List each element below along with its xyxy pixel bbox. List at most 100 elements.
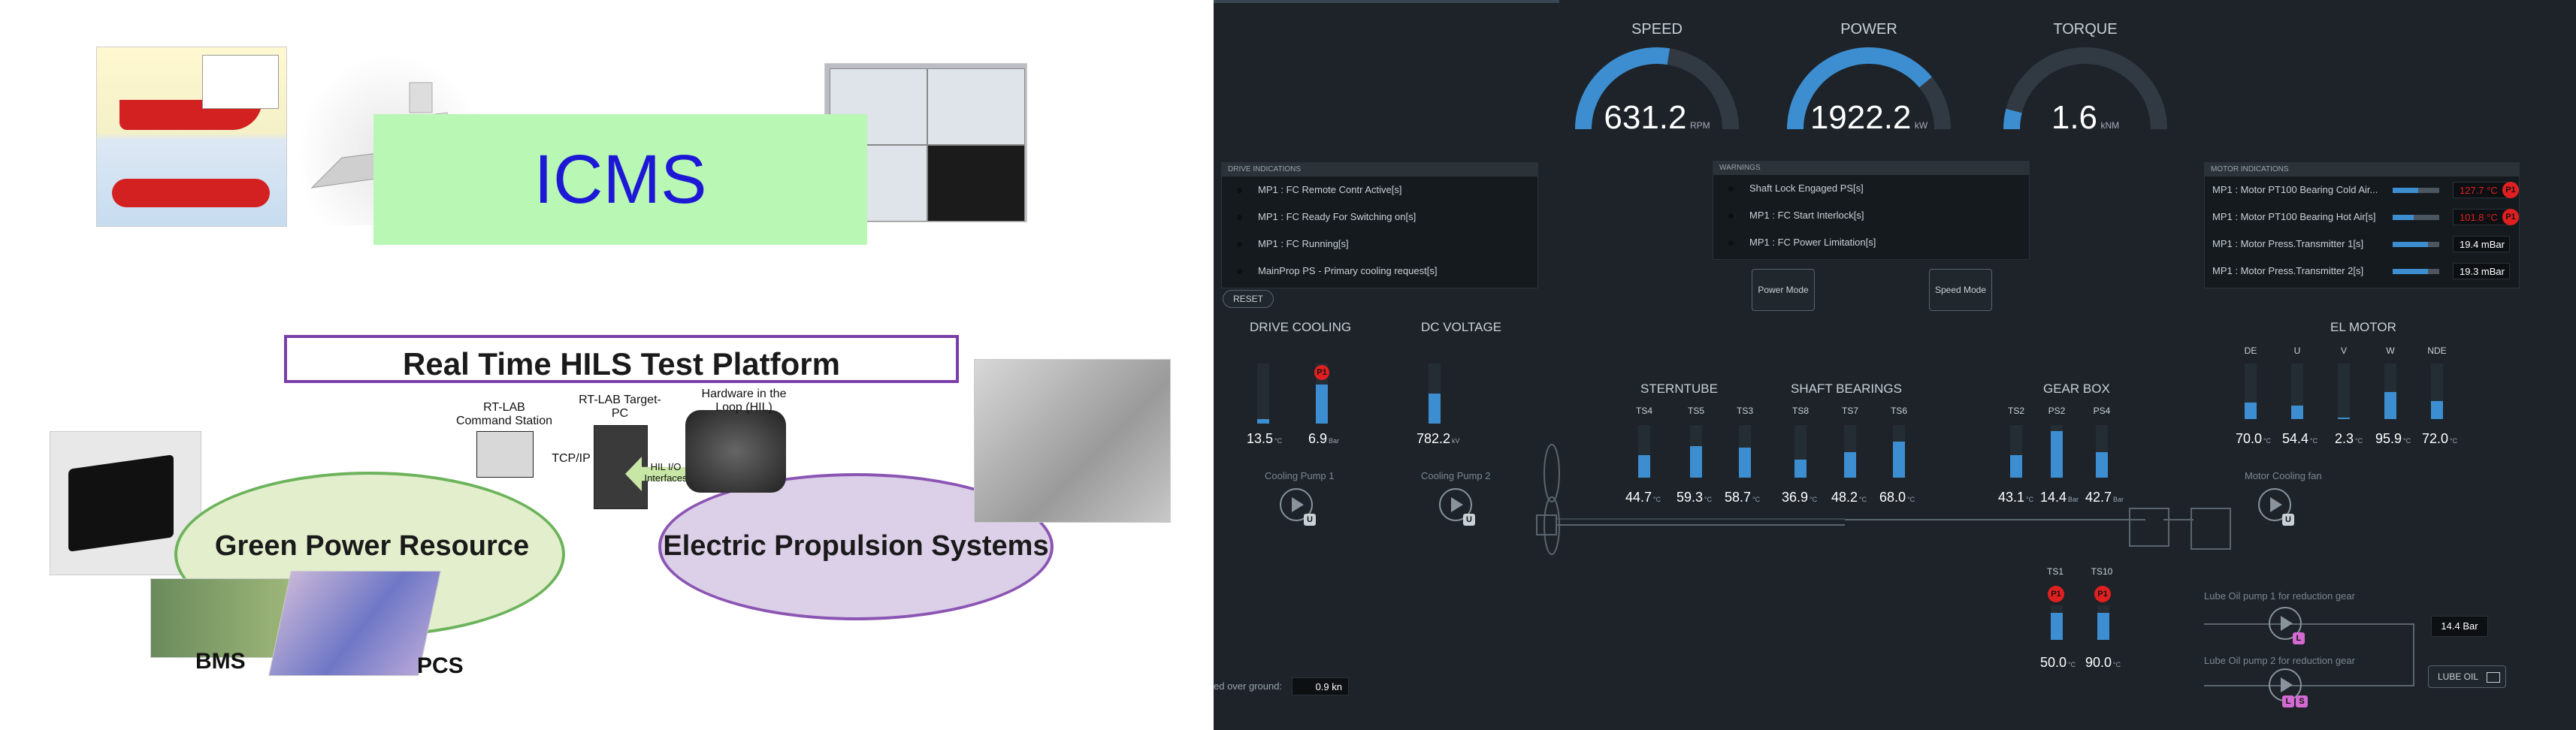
speed-title: SPEED xyxy=(1631,21,1683,38)
sensor-bar-fill xyxy=(2245,403,2257,419)
rtlab-command-label: RT-LAB Command Station xyxy=(455,401,553,427)
sensor-readout: 90.0 °C xyxy=(2085,655,2121,670)
lube-pipe xyxy=(2413,623,2414,686)
sensor-value: 95.9 xyxy=(2375,431,2402,446)
electric-motor-image xyxy=(974,359,1171,523)
mode-badge: U xyxy=(2282,514,2294,526)
sensor-bar-fill xyxy=(2384,392,2396,419)
drive-indication-row: MP1 : FC Ready For Switching on[s] xyxy=(1222,204,1537,231)
status-dot xyxy=(1237,269,1242,274)
status-dot xyxy=(1728,186,1734,192)
sensor-tag: TS3 xyxy=(1736,406,1753,416)
reset-button[interactable]: RESET xyxy=(1223,290,1274,308)
status-dot xyxy=(1728,213,1734,219)
motor-indication-label: MP1 : Motor PT100 Bearing Hot Air[s] xyxy=(2212,211,2376,222)
speed-readout: 631.2 RPM xyxy=(1567,99,1747,137)
sensor-bar-fill xyxy=(2010,455,2022,478)
command-station-image xyxy=(476,431,534,478)
sensor-tag: TS7 xyxy=(1841,406,1858,416)
motor-indications-header: MOTOR INDICATIONS xyxy=(2205,163,2519,176)
status-dot xyxy=(1728,240,1734,246)
speed-mode-button[interactable]: Speed Mode xyxy=(1929,269,1992,311)
mode-badge: U xyxy=(1304,514,1316,526)
alarm-icon: P1 xyxy=(2502,209,2519,225)
sensor-readout: 42.7 Bar xyxy=(2085,490,2124,505)
sensor-bar xyxy=(2051,605,2063,640)
sensor-tag: TS5 xyxy=(1687,406,1704,416)
lube-pipe xyxy=(2204,685,2414,686)
electric-propulsion-label: Electric Propulsion Systems xyxy=(663,530,1049,562)
speed-ground-label: ed over ground: xyxy=(1214,680,1283,692)
sensor-readout: 72.0 °C xyxy=(2422,431,2458,446)
power-title: POWER xyxy=(1840,21,1897,38)
sensor-tag: DE xyxy=(2244,345,2257,356)
lube-pump-2-label: Lube Oil pump 2 for reduction gear xyxy=(2204,655,2355,666)
pcs-image xyxy=(268,571,441,676)
sensor-tag: V xyxy=(2340,345,2347,356)
torque-value: 1.6 xyxy=(2051,99,2098,136)
speed-ground-value: 0.9 kn xyxy=(1292,677,1349,695)
sensor-bar-fill xyxy=(1844,452,1856,478)
motor-level-fill xyxy=(2393,188,2419,193)
warning-row: MP1 : FC Power Limitation[s] xyxy=(1713,229,2029,256)
sensor-value: 72.0 xyxy=(2422,431,2449,446)
mode-badge: S xyxy=(2296,695,2308,707)
dc-voltage-unit: kV xyxy=(1452,437,1460,445)
lube-pipe xyxy=(2204,623,2414,625)
motor-value: 19.3 mBar xyxy=(2453,263,2510,279)
lube-oil-button[interactable]: LUBE OIL xyxy=(2428,665,2506,688)
speed-value: 631.2 xyxy=(1604,99,1687,136)
plot-cell xyxy=(927,145,1025,222)
icms-title-box: ICMS xyxy=(373,114,867,245)
sensor-readout: 70.0 °C xyxy=(2236,431,2272,446)
green-power-label: Green Power Resource xyxy=(214,530,530,562)
sensor-readout: 14.4 Bar xyxy=(2040,490,2079,505)
cooling-temp-unit: °C xyxy=(1274,437,1283,445)
sensor-bar-fill xyxy=(2338,418,2350,419)
shaft-line xyxy=(2163,519,2194,520)
sensor-readout: 68.0 °C xyxy=(1879,490,1915,505)
motor-level-bar xyxy=(2393,215,2439,220)
sensor-unit: °C xyxy=(2026,496,2034,503)
sensor-readout: 54.4 °C xyxy=(2282,431,2318,446)
sensor-bar xyxy=(1844,425,1856,478)
sensor-bar xyxy=(1893,425,1905,478)
motor-level-fill xyxy=(2393,215,2414,220)
cooling-pressure-unit: Bar xyxy=(1329,437,1340,445)
lube-pressure-readout: 14.4 Bar xyxy=(2431,616,2488,637)
motor-level-bar xyxy=(2393,242,2439,247)
warning-row: Shaft Lock Engaged PS[s] xyxy=(1713,175,2029,202)
rtlab-target-label: RT-LAB Target-PC xyxy=(579,394,661,420)
torque-gauge: TORQUE 1.6 kNM xyxy=(1995,21,2175,136)
sensor-value: 14.4 xyxy=(2040,490,2067,505)
drive-indication-label: MP1 : FC Remote Contr Active[s] xyxy=(1258,184,1402,195)
mode-badge: L xyxy=(2293,632,2305,644)
motor-value: 127.7 °C xyxy=(2453,182,2510,198)
sensor-bar-fill xyxy=(2291,406,2303,419)
power-mode-button[interactable]: Power Mode xyxy=(1752,269,1815,311)
sensor-tag: TS4 xyxy=(1635,406,1652,416)
drive-indications-panel: DRIVE INDICATIONS MP1 : FC Remote Contr … xyxy=(1221,162,1538,288)
motor-level-bar xyxy=(2393,269,2439,274)
exit-icon xyxy=(2486,671,2500,683)
drive-indication-row: MP1 : FC Running[s] xyxy=(1222,231,1537,258)
sensor-readout: 43.1 °C xyxy=(1998,490,2033,505)
cooling-temp-readout: 13.5 °C xyxy=(1247,431,1282,447)
sensor-bar-fill xyxy=(2096,452,2108,478)
drive-indication-row: MainProp PS - Primary cooling request[s] xyxy=(1222,258,1537,285)
alarm-icon: P1 xyxy=(1314,365,1329,380)
motor-indication-row: MP1 : Motor Press.Transmitter 1[s] 19.4 m… xyxy=(2205,231,2519,258)
dc-voltage-title: DC VOLTAGE xyxy=(1421,320,1502,334)
sensor-tag: NDE xyxy=(2427,345,2447,356)
sterntube-title: STERNTUBE xyxy=(1640,382,1718,396)
sensor-tag: PS4 xyxy=(2093,406,2111,416)
warning-label: MP1 : FC Power Limitation[s] xyxy=(1749,237,1876,248)
sensor-readout: 50.0 °C xyxy=(2040,655,2076,670)
motor-indication-row: MP1 : Motor PT100 Bearing Hot Air[s] 101.… xyxy=(2205,204,2519,231)
alarm-icon: P1 xyxy=(2048,586,2064,602)
gearbox-outline xyxy=(2129,508,2169,547)
bms-image xyxy=(150,578,295,658)
drive-indication-label: MP1 : FC Running[s] xyxy=(1258,238,1349,249)
sensor-bar xyxy=(2051,425,2063,478)
lube-pump-1-label: Lube Oil pump 1 for reduction gear xyxy=(2204,590,2355,602)
